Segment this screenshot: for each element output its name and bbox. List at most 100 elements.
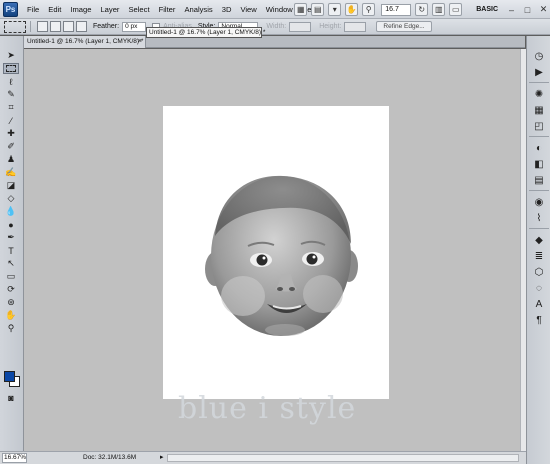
workspace-switcher[interactable]: BASIC	[476, 6, 498, 13]
document-tab[interactable]: Untitled-1 @ 16.7% (Layer 1, CMYK/8) * ×	[24, 36, 146, 48]
character-icon[interactable]: ◆	[532, 234, 546, 246]
photoshop-logo-icon: Ps	[3, 1, 18, 17]
eraser-icon[interactable]: ◪	[3, 180, 19, 191]
paths-icon[interactable]: ⌇	[532, 212, 546, 224]
screen-mode-icon[interactable]: ▭	[449, 3, 463, 16]
adjustments-icon[interactable]: ◐	[532, 142, 546, 154]
divider	[529, 190, 549, 191]
foreground-color-swatch[interactable]	[4, 371, 15, 382]
menu-edit[interactable]: Edit	[48, 5, 61, 14]
panel-dock: ◷ ▶ ✺ ▦ ◰ ◐ ◧ ▤ ◉ ⌇ ◆ ≣ ⬡ ◌ A ¶	[526, 36, 550, 464]
pilcrow-icon[interactable]: ¶	[532, 314, 546, 326]
tool-preset-picker[interactable]	[4, 20, 26, 33]
baby-face-image	[205, 175, 358, 336]
menu-select[interactable]: Select	[128, 5, 149, 14]
rotate-view-icon[interactable]: ↻	[415, 3, 429, 16]
marquee-icon[interactable]	[3, 63, 19, 74]
horizontal-scrollbar[interactable]	[167, 454, 519, 462]
divider	[529, 136, 549, 137]
stamp-icon[interactable]: ♟	[3, 154, 19, 165]
zoom-icon[interactable]: ⚲	[3, 323, 19, 334]
type-icon[interactable]: T	[3, 245, 19, 256]
menu-layer[interactable]: Layer	[100, 5, 119, 14]
history-icon[interactable]: ◷	[532, 50, 546, 62]
canvas-area[interactable]: blue i style	[24, 49, 525, 451]
tools-panel: ➤ ℓ ✎ ⌗ ⁄ ✚ ✐ ♟ ✍ ◪ ◇ 💧 ● ✒ T ↖ ▭ ⟳ ⊛ ✋ …	[0, 36, 24, 464]
hand-tool-icon[interactable]: ✋	[345, 3, 359, 16]
menu-view[interactable]: View	[240, 5, 256, 14]
minimize-icon[interactable]: –	[505, 4, 518, 16]
feather-label: Feather:	[93, 23, 120, 30]
color-icon[interactable]: ✺	[532, 88, 546, 100]
width-input[interactable]	[289, 21, 312, 32]
zoom-level-field[interactable]: 16.7	[381, 3, 412, 16]
blur-icon[interactable]: 💧	[3, 206, 19, 217]
divider	[529, 228, 549, 229]
3d-orbit-icon[interactable]: ⊛	[3, 297, 19, 308]
menu-filter[interactable]: Filter	[159, 5, 176, 14]
3d-rotate-icon[interactable]: ⟳	[3, 284, 19, 295]
eyedropper-icon[interactable]: ⁄	[3, 115, 19, 126]
divider	[30, 21, 31, 32]
height-label: Height:	[319, 23, 342, 30]
brush-icon[interactable]: ✐	[3, 141, 19, 152]
channels-icon[interactable]: ◉	[532, 196, 546, 208]
divider	[529, 82, 549, 83]
actions-icon[interactable]: ▶	[532, 66, 546, 78]
width-label: Width:	[266, 23, 287, 30]
bridge-icon[interactable]: ▦	[294, 3, 308, 16]
crop-icon[interactable]: ⌗	[3, 102, 19, 113]
menu-3d[interactable]: 3D	[222, 5, 232, 14]
document-tab-label: Untitled-1 @ 16.7% (Layer 1, CMYK/8) *	[27, 38, 144, 45]
close-window-icon[interactable]: ✕	[537, 4, 550, 16]
menu-analysis[interactable]: Analysis	[184, 5, 212, 14]
lasso-icon[interactable]: ℓ	[3, 76, 19, 87]
quick-select-icon[interactable]: ✎	[3, 89, 19, 100]
masks-icon[interactable]: ◧	[532, 158, 546, 170]
refine-edge-button[interactable]: Refine Edge...	[376, 21, 432, 32]
hand-icon[interactable]: ✋	[3, 310, 19, 321]
subtract-selection-icon[interactable]	[63, 21, 74, 32]
mini-bridge-icon[interactable]: ▤	[311, 3, 325, 16]
watermark-text: blue i style	[178, 391, 357, 426]
zoom-tool-icon[interactable]: ⚲	[362, 3, 376, 16]
document-tooltip: Untitled-1 @ 16.7% (Layer 1, CMYK/8) *	[146, 27, 265, 38]
text-icon[interactable]: A	[532, 298, 546, 310]
quick-mask-icon[interactable]: ◙	[3, 392, 19, 403]
swatches-icon[interactable]: ▦	[532, 104, 546, 116]
styles-icon[interactable]: ◰	[532, 120, 546, 132]
menu-window[interactable]: Window	[266, 5, 293, 14]
pen-icon[interactable]: ✒	[3, 232, 19, 243]
menu-bar: Ps File Edit Image Layer Select Filter A…	[0, 0, 550, 19]
healing-icon[interactable]: ✚	[3, 128, 19, 139]
add-to-selection-icon[interactable]	[50, 21, 61, 32]
zoom-status-field[interactable]: 16.67%	[2, 453, 27, 463]
menu-file[interactable]: File	[27, 5, 39, 14]
intersect-selection-icon[interactable]	[76, 21, 87, 32]
document-size-status: Doc: 32.1M/13.6M	[83, 454, 137, 461]
notes-icon[interactable]: ⬡	[532, 266, 546, 278]
application-bar: ▦ ▤ ▾ ✋ ⚲ 16.7 ↻ ▥ ▭ BASIC – □ ✕	[290, 0, 550, 19]
new-selection-icon[interactable]	[37, 21, 48, 32]
extras-icon[interactable]: ▾	[328, 3, 342, 16]
paragraph-icon[interactable]: ≣	[532, 250, 546, 262]
document-canvas[interactable]	[163, 106, 389, 399]
feather-input[interactable]: 0 px	[122, 21, 147, 32]
bucket-icon[interactable]: ◇	[3, 193, 19, 204]
options-bar: Feather: 0 px Anti-alias Style: Normal W…	[0, 19, 550, 35]
arrange-documents-icon[interactable]: ▥	[432, 3, 446, 16]
status-bar: 16.67% Doc: 32.1M/13.6M ▸	[0, 451, 526, 464]
history-brush-icon[interactable]: ✍	[3, 167, 19, 178]
close-tab-icon[interactable]: ×	[138, 36, 142, 48]
move-icon[interactable]: ➤	[3, 50, 19, 61]
height-input[interactable]	[344, 21, 367, 32]
document-tab-bar: Untitled-1 @ 16.7% (Layer 1, CMYK/8) * ×	[24, 36, 525, 48]
clone-source-icon[interactable]: ◌	[532, 282, 546, 294]
shape-icon[interactable]: ▭	[3, 271, 19, 282]
menu-image[interactable]: Image	[70, 5, 91, 14]
path-select-icon[interactable]: ↖	[3, 258, 19, 269]
layers-icon[interactable]: ▤	[532, 174, 546, 186]
status-menu-arrow-icon[interactable]: ▸	[160, 452, 164, 464]
maximize-icon[interactable]: □	[521, 4, 534, 16]
dodge-icon[interactable]: ●	[3, 219, 19, 230]
